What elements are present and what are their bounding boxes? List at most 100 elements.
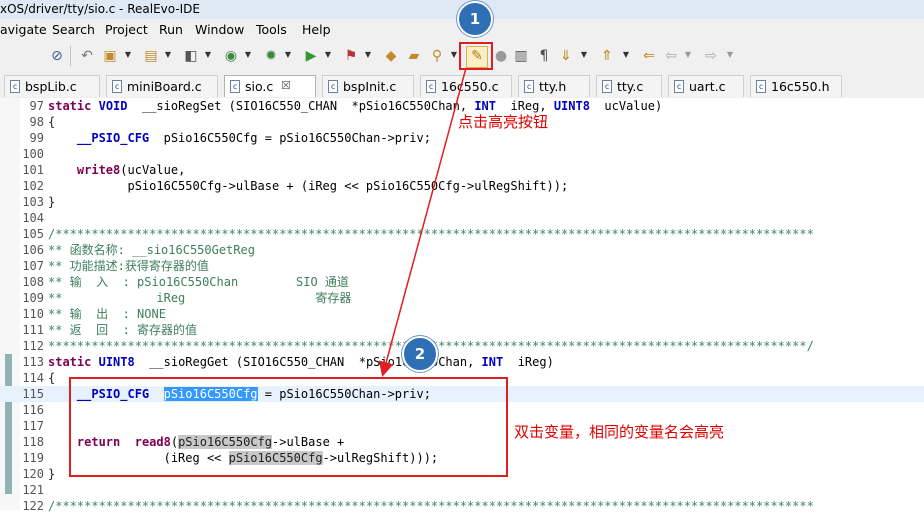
tab-bspinit[interactable]: c bspInit.c bbox=[322, 75, 414, 97]
external-tools-icon[interactable]: ⚑ bbox=[342, 47, 360, 65]
menu-window[interactable]: Window bbox=[195, 22, 244, 37]
undo-icon[interactable]: ↶ bbox=[78, 47, 96, 65]
menu-navigate[interactable]: avigate bbox=[0, 22, 47, 37]
back-icon[interactable]: ⇦ bbox=[662, 47, 680, 65]
open-type-icon[interactable]: ◆ bbox=[382, 47, 400, 65]
code-line: 104 bbox=[0, 210, 924, 226]
menu-help[interactable]: Help bbox=[302, 22, 331, 37]
c-file-icon: c bbox=[10, 80, 20, 93]
line-number: 100 bbox=[22, 147, 44, 161]
line-number: 121 bbox=[22, 483, 44, 497]
code-line: 113 static UINT8 __sioRegGet (SIO16C550_… bbox=[0, 354, 924, 370]
line-number: 111 bbox=[22, 323, 44, 337]
search-icon[interactable]: ⚲ bbox=[428, 47, 446, 65]
code-line: 101 write8(ucValue, bbox=[0, 162, 924, 178]
new-file-icon[interactable]: ◧ bbox=[182, 47, 200, 65]
line-number: 113 bbox=[22, 355, 44, 369]
tab-miniboard[interactable]: c miniBoard.c bbox=[106, 75, 218, 97]
line-number: 106 bbox=[22, 243, 44, 257]
menu-tools[interactable]: Tools bbox=[256, 22, 287, 37]
line-number: 119 bbox=[22, 451, 44, 465]
tab-label: bspLib.c bbox=[25, 79, 77, 94]
line-number: 98 bbox=[29, 115, 44, 129]
c-file-icon: c bbox=[674, 80, 684, 93]
line-number: 115 bbox=[22, 387, 44, 401]
c-file-icon: c bbox=[426, 80, 436, 93]
step-badge-1: 1 bbox=[457, 1, 493, 37]
chevron-down-icon[interactable]: ▼ bbox=[164, 51, 172, 59]
tab-16c550h[interactable]: c 16c550.h bbox=[750, 75, 842, 97]
run-icon[interactable]: ▶ bbox=[302, 47, 320, 65]
line-number: 116 bbox=[22, 403, 44, 417]
menu-run[interactable]: Run bbox=[159, 22, 183, 37]
chevron-down-icon[interactable]: ▼ bbox=[364, 51, 372, 59]
code-line: 108 ** 输 入 : pSio16C550Chan SIO 通道 bbox=[0, 274, 924, 290]
chevron-down-icon[interactable]: ▼ bbox=[244, 51, 252, 59]
line-number: 114 bbox=[22, 371, 44, 385]
next-annotation-icon[interactable]: ⇓ bbox=[557, 47, 575, 65]
line-number: 104 bbox=[22, 211, 44, 225]
debug-icon[interactable]: ✹ bbox=[262, 47, 280, 65]
c-file-icon: c bbox=[328, 80, 338, 93]
last-edit-location-icon[interactable]: ⇐ bbox=[640, 47, 658, 65]
chevron-down-icon[interactable]: ▼ bbox=[580, 51, 588, 59]
menu-search[interactable]: Search bbox=[52, 22, 95, 37]
code-line: 102 pSio16C550Cfg->ulBase + (iReg << pSi… bbox=[0, 178, 924, 194]
line-number: 101 bbox=[22, 163, 44, 177]
tab-bsplib[interactable]: c bspLib.c bbox=[4, 75, 100, 97]
chevron-down-icon[interactable]: ▼ bbox=[450, 51, 458, 59]
open-resource-icon[interactable]: ▰ bbox=[405, 47, 423, 65]
tab-label: bspInit.c bbox=[343, 79, 397, 94]
tab-16c550c[interactable]: c 16c550.c bbox=[420, 75, 512, 97]
skip-breakpoints-icon[interactable]: ⊘ bbox=[48, 47, 66, 65]
new-class-icon[interactable]: ◉ bbox=[222, 47, 240, 65]
chevron-down-icon[interactable]: ▼ bbox=[324, 51, 332, 59]
code-line: 105 /***********************************… bbox=[0, 226, 924, 242]
code-line: 112 ************************************… bbox=[0, 338, 924, 354]
line-number: 110 bbox=[22, 307, 44, 321]
word-wrap-icon[interactable]: ▥ bbox=[512, 47, 530, 65]
line-number: 99 bbox=[29, 131, 44, 145]
h-file-icon: c bbox=[756, 80, 766, 93]
tab-uartc[interactable]: c uart.c bbox=[668, 75, 744, 97]
chevron-down-icon[interactable]: ▼ bbox=[726, 51, 734, 59]
chevron-down-icon[interactable]: ▼ bbox=[684, 51, 692, 59]
tab-label: tty.c bbox=[617, 79, 644, 94]
tab-sio[interactable]: c sio.c ☒ bbox=[224, 75, 316, 97]
line-number: 103 bbox=[22, 195, 44, 209]
menu-project[interactable]: Project bbox=[105, 22, 148, 37]
chevron-down-icon[interactable]: ▼ bbox=[204, 51, 212, 59]
toolbar-separator bbox=[70, 46, 71, 66]
code-line: 109 ** iReg 寄存器 bbox=[0, 290, 924, 306]
code-line: 106 ** 函数名称: __sio16C550GetReg bbox=[0, 242, 924, 258]
tab-ttyc[interactable]: c tty.c bbox=[596, 75, 662, 97]
tab-label: sio.c bbox=[245, 79, 274, 94]
line-number: 118 bbox=[22, 435, 44, 449]
chevron-down-icon[interactable]: ▼ bbox=[284, 51, 292, 59]
line-number: 109 bbox=[22, 291, 44, 305]
new-project-icon[interactable]: ▣ bbox=[101, 47, 119, 65]
code-line: 103 } bbox=[0, 194, 924, 210]
code-line: 121 bbox=[0, 482, 924, 498]
tab-ttyh[interactable]: c tty.h bbox=[518, 75, 590, 97]
previous-annotation-icon[interactable]: ⇑ bbox=[598, 47, 616, 65]
tab-label: 16c550.c bbox=[441, 79, 499, 94]
show-whitespace-icon[interactable]: ¶ bbox=[535, 47, 553, 65]
line-number: 120 bbox=[22, 467, 44, 481]
line-number: 108 bbox=[22, 275, 44, 289]
step-badge-2: 2 bbox=[402, 336, 438, 372]
chevron-down-icon[interactable]: ▼ bbox=[622, 51, 630, 59]
chevron-down-icon[interactable]: ▼ bbox=[124, 51, 132, 59]
tab-label: 16c550.h bbox=[771, 79, 830, 94]
forward-icon[interactable]: ⇨ bbox=[702, 47, 720, 65]
line-number: 122 bbox=[22, 499, 44, 513]
line-number: 107 bbox=[22, 259, 44, 273]
close-icon[interactable]: ☒ bbox=[281, 79, 291, 92]
annotation-code-box bbox=[69, 377, 508, 477]
c-file-icon: c bbox=[112, 80, 122, 93]
code-line: 99 __PSIO_CFG pSio16C550Cfg = pSio16C550… bbox=[0, 130, 924, 146]
block-selection-icon[interactable]: ● bbox=[492, 47, 510, 65]
code-line: 122 /***********************************… bbox=[0, 498, 924, 514]
code-line: 110 ** 输 出 : NONE bbox=[0, 306, 924, 322]
new-folder-icon[interactable]: ▤ bbox=[142, 47, 160, 65]
